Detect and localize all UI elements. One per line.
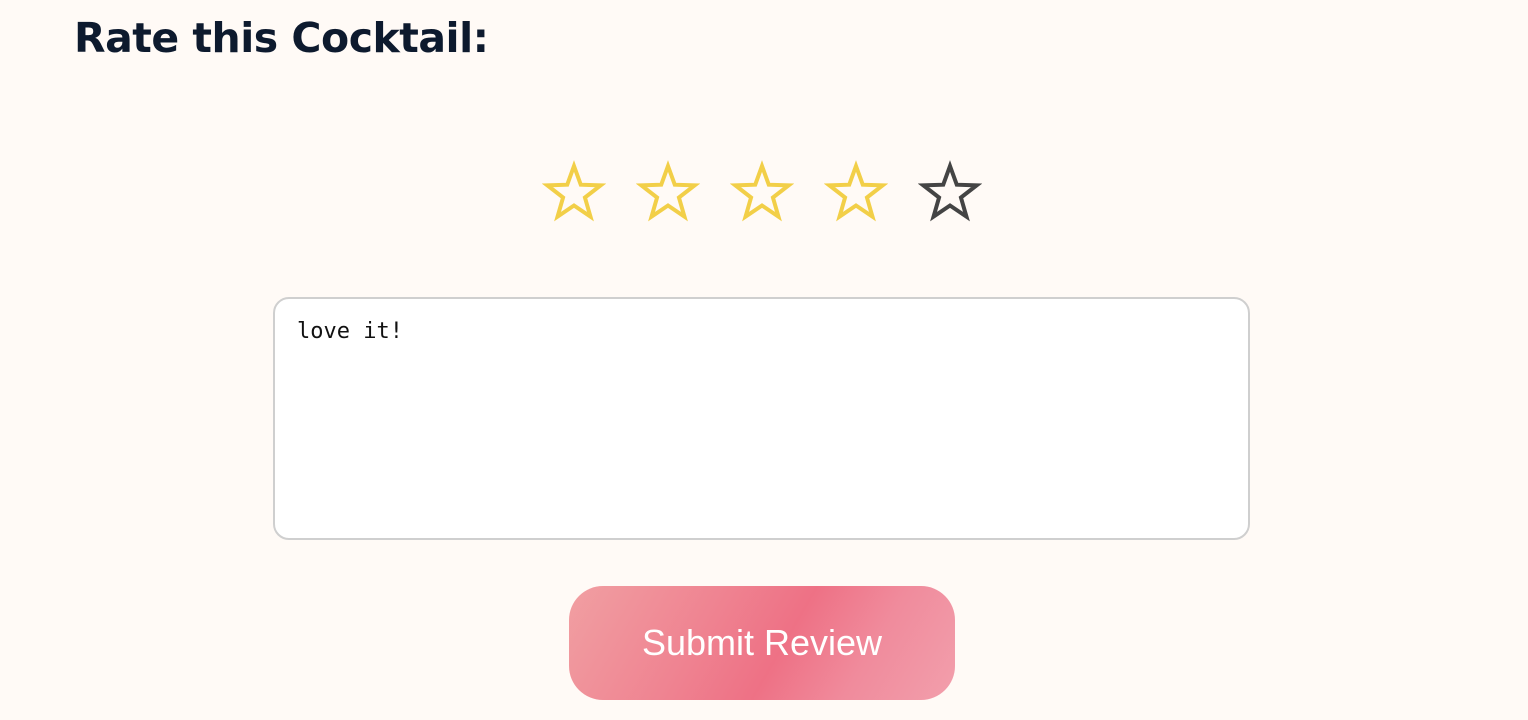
- star-3-icon[interactable]: [730, 160, 794, 224]
- star-5-icon[interactable]: [918, 160, 982, 224]
- star-svg: [918, 160, 982, 222]
- star-shape: [918, 160, 982, 222]
- star-shape: [824, 160, 888, 222]
- star-svg: [636, 160, 700, 222]
- star-svg: [824, 160, 888, 222]
- submit-review-button[interactable]: Submit Review: [569, 586, 955, 700]
- star-2-icon[interactable]: [636, 160, 700, 224]
- star-svg: [730, 160, 794, 222]
- star-shape: [730, 160, 794, 222]
- star-1-icon[interactable]: [542, 160, 606, 224]
- review-form: Rate this Cocktail: love it! Submit Revi…: [0, 0, 1528, 720]
- star-svg: [542, 160, 606, 222]
- star-shape: [636, 160, 700, 222]
- star-4-icon[interactable]: [824, 160, 888, 224]
- star-shape: [542, 160, 606, 222]
- page-title: Rate this Cocktail:: [74, 14, 489, 62]
- star-rating: [542, 160, 982, 230]
- review-textarea[interactable]: love it!: [273, 297, 1250, 540]
